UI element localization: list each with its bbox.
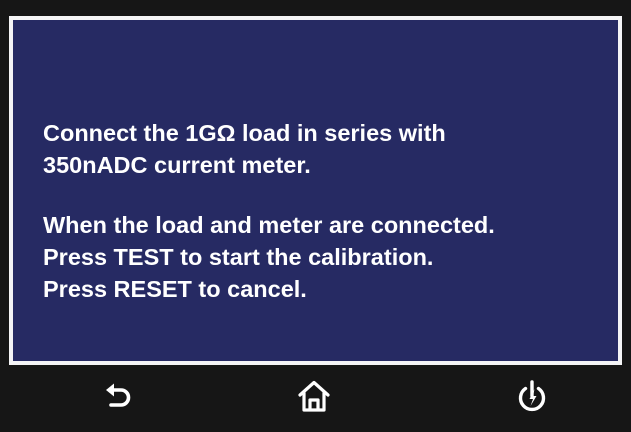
calibration-dialog-screen: Connect the 1GΩ load in series with 350n… bbox=[9, 16, 622, 365]
back-button[interactable] bbox=[97, 377, 141, 417]
instruction-line: 350nADC current meter. bbox=[43, 152, 311, 178]
instruction-line: Press TEST to start the calibration. bbox=[43, 244, 434, 270]
instruction-line: Connect the 1GΩ load in series with bbox=[43, 120, 446, 146]
power-button[interactable] bbox=[510, 377, 554, 417]
home-button[interactable] bbox=[292, 377, 336, 417]
bottom-toolbar bbox=[0, 365, 631, 432]
power-icon bbox=[518, 380, 546, 412]
back-arrow-icon bbox=[106, 383, 131, 407]
home-icon bbox=[298, 380, 330, 412]
instruction-line: Press RESET to cancel. bbox=[43, 276, 307, 302]
calibration-instructions: Connect the 1GΩ load in series with 350n… bbox=[43, 117, 495, 305]
instruction-line: When the load and meter are connected. bbox=[43, 212, 495, 238]
